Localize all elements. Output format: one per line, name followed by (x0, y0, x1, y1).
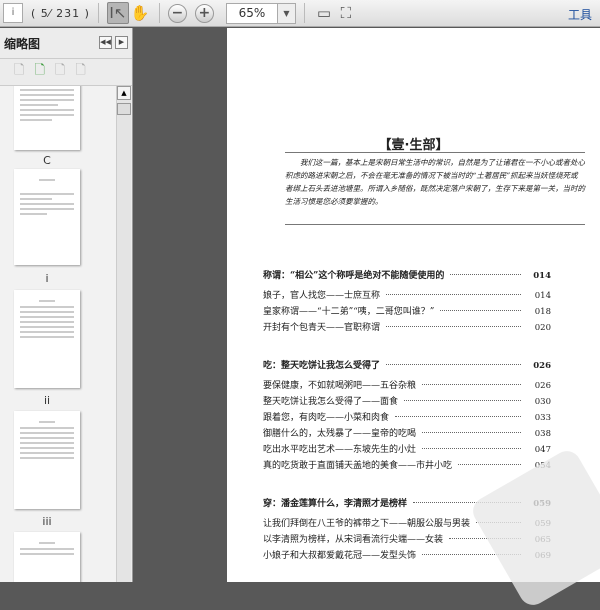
insert-page-icon[interactable]: 🗋 (34, 61, 44, 83)
thumbnail-page[interactable] (14, 411, 80, 509)
fit-page-icon[interactable]: ▭ (313, 2, 335, 24)
toc-leader (440, 310, 521, 311)
toc-entry[interactable]: 整天吃饼让我怎么受得了——面食 030 (263, 394, 551, 410)
thumbnail-label: C (43, 154, 51, 167)
toc-leader (386, 294, 521, 295)
thumbnail-label: i (45, 272, 49, 285)
toc-heading[interactable]: 吃：整天吃饼让我怎么受得了 026 (263, 358, 551, 378)
toc-title: 御膳什么的，太残暴了——皇帝的吃喝 (263, 429, 417, 439)
toc-leader (404, 400, 521, 401)
toc-heading[interactable]: 称谓：“相公”这个称呼是绝对不能随便使用的 014 (263, 268, 551, 288)
toc-leader (422, 432, 521, 433)
thumbnail-panel: 缩略图 ◀◀ ▶ 🗋 🗋 🗋 🗋 C i ii iii ▲ (0, 28, 133, 582)
toc-leader (450, 274, 521, 275)
divider (97, 3, 99, 23)
toc-leader (422, 384, 521, 385)
hand-tool-icon[interactable]: ✋ (129, 2, 151, 24)
zoom-value: 65% (238, 5, 266, 20)
thumbnail-page[interactable] (14, 169, 80, 265)
toc-page: 014 (534, 291, 551, 301)
toc-leader (395, 416, 521, 417)
toc-page: 030 (534, 397, 551, 407)
toc-entry[interactable]: 跟着您，有肉吃——小菜和肉食 033 (263, 410, 551, 426)
toc-title: 吃：整天吃饼让我怎么受得了 (263, 361, 381, 371)
toc-entry[interactable]: 皇家称谓——“十二弟”“咦，二哥您叫谁？” 018 (263, 304, 551, 320)
fullscreen-icon[interactable]: ⛶ (335, 2, 357, 24)
thumbnail-page[interactable] (14, 532, 80, 582)
toc-entry[interactable]: 开封有个包青天——官职称谓 020 (263, 320, 551, 336)
toc-title: 跟着您，有肉吃——小菜和肉食 (263, 413, 390, 423)
chevron-down-icon[interactable]: ▼ (276, 3, 295, 23)
section-title: 【壹·生部】 (378, 138, 449, 153)
toc-leader (458, 464, 521, 465)
rotate-left-icon[interactable]: 🗋 (55, 61, 65, 83)
toc-page: 047 (534, 445, 551, 455)
thumbnail-scrollbar[interactable]: ▲ (116, 86, 131, 582)
toc-page: 020 (534, 323, 551, 333)
thumbnail-page[interactable] (14, 290, 80, 388)
toc-page: 038 (534, 429, 551, 439)
toc-title: 整天吃饼让我怎么受得了——面食 (263, 397, 399, 407)
scroll-thumb[interactable] (117, 103, 131, 115)
page-number-input[interactable]: i (3, 3, 23, 23)
toc-entry[interactable]: 娘子，官人找您——士庶互称 014 (263, 288, 551, 304)
toc-entry[interactable]: 要保健康，不如就喝粥吧——五谷杂粮 026 (263, 378, 551, 394)
toc-title: 真的吃货敢于直面铺天盖地的美食——市井小吃 (263, 461, 453, 471)
toc-title: 吃出水平吃出艺术——东坡先生的小灶 (263, 445, 417, 455)
options-arrow-icon[interactable]: ▶ (115, 36, 128, 49)
delete-page-icon[interactable]: 🗋 (14, 61, 24, 83)
toc-title: 以李清照为榜样，从宋词看流行尖端——女装 (263, 535, 444, 545)
rotate-right-icon[interactable]: 🗋 (75, 61, 85, 83)
toolbar: i ( 5⁄ 231 ) I↖ ✋ − + 65% ▼ ▭ ⛶ 工具 (0, 0, 600, 27)
thumbnail-list: C i ii iii (0, 86, 116, 582)
toc-title: 小娘子和大叔都爱戴花冠——发型头饰 (263, 551, 417, 561)
toc-title: 称谓：“相公”这个称呼是绝对不能随便使用的 (263, 271, 445, 281)
collapse-panel-icon[interactable]: ◀◀ (99, 36, 112, 49)
thumbnail-page[interactable] (14, 86, 80, 150)
toc-page: 018 (534, 307, 551, 317)
document-page: 【壹·生部】 我们这一篇，基本上是宋朝日常生活中的常识，自然是为了让诸君在一不小… (227, 28, 600, 610)
zoom-in-icon[interactable]: + (194, 3, 214, 23)
toc-title: 穿：潘金莲算什么，李清照才是榜样 (263, 499, 408, 509)
thumbnail-label: ii (43, 394, 51, 407)
toc-title: 开封有个包青天——官职称谓 (263, 323, 381, 333)
toc-entry[interactable]: 吃出水平吃出艺术——东坡先生的小灶 047 (263, 442, 551, 458)
toc-page: 033 (534, 413, 551, 423)
panel-title: 缩略图 (4, 36, 41, 51)
zoom-out-icon[interactable]: − (167, 3, 187, 23)
zoom-select[interactable]: 65% ▼ (225, 2, 296, 24)
divider (303, 3, 305, 23)
toc-title: 皇家称谓——“十二弟”“咦，二哥您叫谁？” (263, 307, 435, 317)
intro-paragraph: 我们这一篇，基本上是宋朝日常生活中的常识，自然是为了让诸君在一不小心或者处心积虑… (285, 158, 585, 206)
thumbnail-label: iii (42, 515, 52, 528)
tools-button[interactable]: 工具 (568, 6, 592, 23)
toc-title: 要保健康，不如就喝粥吧——五谷杂粮 (263, 381, 417, 391)
toc-title: 娘子，官人找您——士庶互称 (263, 291, 381, 301)
toc-entry[interactable]: 真的吃货敢于直面铺天盖地的美食——市井小吃054 (263, 458, 551, 474)
divider (158, 3, 160, 23)
toc-title: 让我们拜倒在八王爷的裤带之下——朝服公服与男装 (263, 519, 471, 529)
page-count: ( 5⁄ 231 ) (31, 6, 90, 20)
scroll-up-icon[interactable]: ▲ (117, 86, 131, 100)
toc-leader (422, 448, 521, 449)
divider (285, 224, 585, 225)
toc-entry[interactable]: 御膳什么的，太残暴了——皇帝的吃喝 038 (263, 426, 551, 442)
toc-page: 026 (533, 361, 551, 371)
select-tool-icon[interactable]: I↖ (106, 2, 129, 24)
toc-leader (386, 364, 521, 365)
divider (285, 152, 585, 153)
toc-page: 014 (533, 271, 551, 281)
toc-leader (386, 326, 521, 327)
toc-page: 026 (534, 381, 551, 391)
